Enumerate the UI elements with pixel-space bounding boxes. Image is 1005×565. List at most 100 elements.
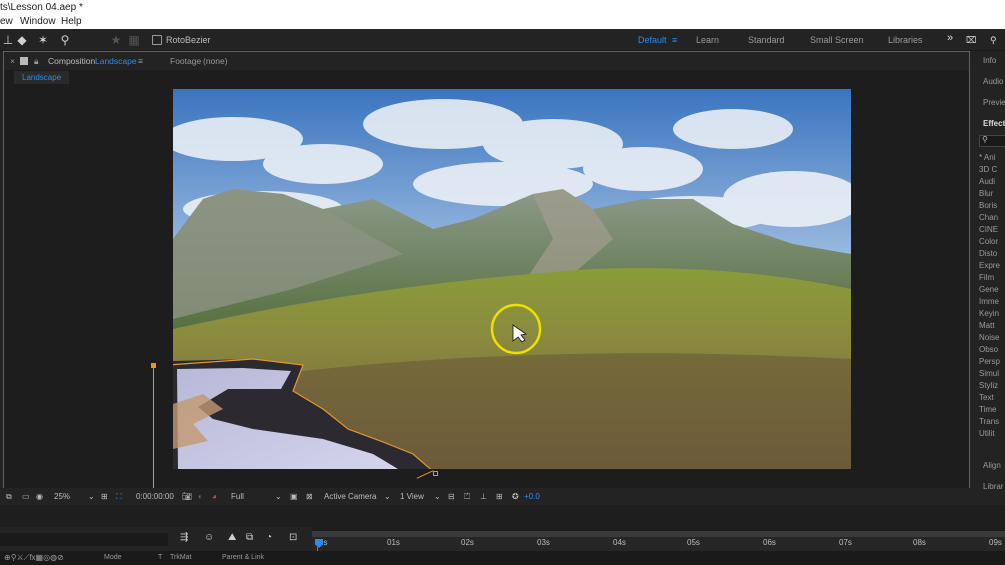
- effects-category-item[interactable]: Audi: [979, 177, 995, 186]
- frame-blending-icon[interactable]: ⛰: [228, 532, 236, 543]
- eraser-tool-icon[interactable]: ◆: [14, 32, 30, 48]
- reset-exposure-icon[interactable]: ✪: [512, 488, 519, 505]
- effects-category-item[interactable]: Gene: [979, 285, 999, 294]
- effects-category-item[interactable]: Chan: [979, 213, 998, 222]
- chevron-down-icon[interactable]: ⌄: [384, 488, 391, 505]
- exposure-value[interactable]: +0.0: [524, 488, 540, 505]
- mode-column-header[interactable]: Mode: [104, 551, 122, 565]
- av-switches-icons[interactable]: ⊕⚲⚔⟋fx▦◎◍⊘: [4, 551, 64, 565]
- t-column-header[interactable]: T: [158, 551, 162, 565]
- audio-panel-tab[interactable]: Audio: [983, 77, 1003, 86]
- timeline-search-input[interactable]: [0, 533, 168, 546]
- menu-item-view[interactable]: ew: [0, 15, 13, 29]
- close-panel-icon[interactable]: ×: [10, 52, 15, 70]
- footage-tab-label[interactable]: Footage: [170, 52, 201, 70]
- effects-category-item[interactable]: Styliz: [979, 381, 998, 390]
- window-title: ts\Lesson 04.aep *: [0, 2, 83, 13]
- roto-brush-tool-icon[interactable]: ✶: [35, 32, 51, 48]
- panel-menu-icon[interactable]: ≡: [138, 52, 143, 70]
- align-panel-tab[interactable]: Align: [983, 461, 1001, 470]
- preview-panel-tab[interactable]: Previe: [983, 98, 1005, 107]
- fast-previews-icon[interactable]: ⏍: [464, 488, 470, 505]
- graph-editor-icon[interactable]: ◔: [266, 532, 272, 543]
- workspace-standard[interactable]: Standard: [748, 35, 785, 45]
- mask-visibility-icon[interactable]: ◉: [36, 488, 43, 505]
- effects-category-item[interactable]: Utilit: [979, 429, 995, 438]
- timeline-icon[interactable]: ⊥: [480, 488, 487, 505]
- composition-icon: [20, 57, 28, 65]
- chevron-down-icon[interactable]: ⌄: [434, 488, 441, 505]
- effects-category-item[interactable]: * Ani: [979, 153, 995, 162]
- work-area-bar[interactable]: [312, 532, 1005, 537]
- effects-category-item[interactable]: Blur: [979, 189, 993, 198]
- composition-subtab[interactable]: Landscape: [14, 71, 70, 84]
- info-panel-tab[interactable]: Info: [983, 56, 996, 65]
- effects-category-item[interactable]: Color: [979, 237, 998, 246]
- flowchart-icon[interactable]: ⊞: [496, 488, 503, 505]
- effects-category-item[interactable]: Keyin: [979, 309, 999, 318]
- rotobezier-checkbox[interactable]: [152, 35, 162, 45]
- monitor-icon[interactable]: ▭: [22, 488, 30, 505]
- comp-flowchart-icon[interactable]: ⇶: [180, 532, 188, 543]
- effects-search-input[interactable]: ⚲: [979, 135, 1005, 147]
- menu-item-help[interactable]: Help: [61, 15, 82, 29]
- workspace-menu-icon[interactable]: ≡: [672, 35, 677, 45]
- time-ruler[interactable]: 0s 01s 02s 03s 04s 05s 06s 07s 08s 09s: [312, 531, 1005, 551]
- toggle-pixel-aspect-icon[interactable]: ⊟: [448, 488, 455, 505]
- effects-category-item[interactable]: Disto: [979, 249, 997, 258]
- graph-editor-toggle-icon[interactable]: ⊡: [289, 532, 297, 543]
- composition-tab-label[interactable]: Composition: [48, 52, 95, 70]
- target-region-icon[interactable]: ▣: [290, 488, 298, 505]
- zoom-value[interactable]: 25%: [54, 488, 70, 505]
- libraries-panel-tab[interactable]: Librar: [983, 482, 1003, 491]
- effects-category-item[interactable]: CINE: [979, 225, 998, 234]
- effects-category-item[interactable]: Matt: [979, 321, 995, 330]
- menu-item-window[interactable]: Window: [20, 15, 56, 29]
- effects-panel-tab[interactable]: Effects: [983, 119, 1005, 128]
- effects-category-item[interactable]: Noise: [979, 333, 999, 342]
- time-tick-label: 04s: [613, 538, 626, 547]
- workspace-small-screen[interactable]: Small Screen: [810, 35, 864, 45]
- effects-category-item[interactable]: Film: [979, 273, 994, 282]
- puppet-pin-tool-icon[interactable]: ⚲: [57, 32, 73, 48]
- region-of-interest-icon[interactable]: ⛶: [116, 488, 122, 505]
- effects-category-item[interactable]: Imme: [979, 297, 999, 306]
- fit-icon[interactable]: ⊞: [101, 488, 108, 505]
- search-help-icon[interactable]: ⌧: [966, 35, 976, 46]
- effects-category-item[interactable]: Expre: [979, 261, 1000, 270]
- composition-viewer[interactable]: [173, 89, 851, 469]
- effects-category-item[interactable]: Time: [979, 405, 996, 414]
- trkmat-column-header[interactable]: TrkMat: [170, 551, 192, 565]
- always-preview-icon[interactable]: ⧉: [6, 488, 12, 505]
- workspace-learn[interactable]: Learn: [696, 35, 719, 45]
- resolution-dropdown[interactable]: Full: [231, 488, 244, 505]
- motion-blur-icon[interactable]: ⧉: [246, 532, 253, 543]
- time-tick-label: 09s: [989, 538, 1002, 547]
- composition-name[interactable]: Landscape: [95, 52, 137, 70]
- chevron-down-icon[interactable]: ⌄: [88, 488, 95, 505]
- transparency-grid-icon[interactable]: ⊠: [306, 488, 313, 505]
- timecode[interactable]: 0:00:00:00: [136, 488, 174, 505]
- show-snapshot-icon[interactable]: ◐: [198, 488, 203, 505]
- effects-category-item[interactable]: Trans: [979, 417, 999, 426]
- effects-category-item[interactable]: Text: [979, 393, 994, 402]
- workspace-default[interactable]: Default: [638, 35, 667, 45]
- more-workspaces-icon[interactable]: »: [947, 32, 953, 44]
- workspace-libraries[interactable]: Libraries: [888, 35, 923, 45]
- effects-category-item[interactable]: Simul: [979, 369, 999, 378]
- mask-vertex-handle[interactable]: [433, 471, 438, 476]
- channel-icon[interactable]: ◕: [212, 488, 217, 505]
- shy-icon[interactable]: ☺: [204, 532, 214, 543]
- effects-category-item[interactable]: Boris: [979, 201, 997, 210]
- chevron-down-icon[interactable]: ⌄: [275, 488, 282, 505]
- effects-category-item[interactable]: Obso: [979, 345, 998, 354]
- parent-link-column-header[interactable]: Parent & Link: [222, 551, 264, 565]
- views-dropdown[interactable]: 1 View: [400, 488, 424, 505]
- effects-category-item[interactable]: Persp: [979, 357, 1000, 366]
- snapshot-icon[interactable]: 📷︎: [182, 488, 192, 505]
- effects-category-item[interactable]: 3D C: [979, 165, 997, 174]
- search-icon[interactable]: ⚲: [990, 35, 997, 46]
- menu-bar: ew Window Help: [0, 15, 1005, 29]
- camera-dropdown[interactable]: Active Camera: [324, 488, 376, 505]
- lock-icon[interactable]: 🔒︎: [34, 52, 39, 70]
